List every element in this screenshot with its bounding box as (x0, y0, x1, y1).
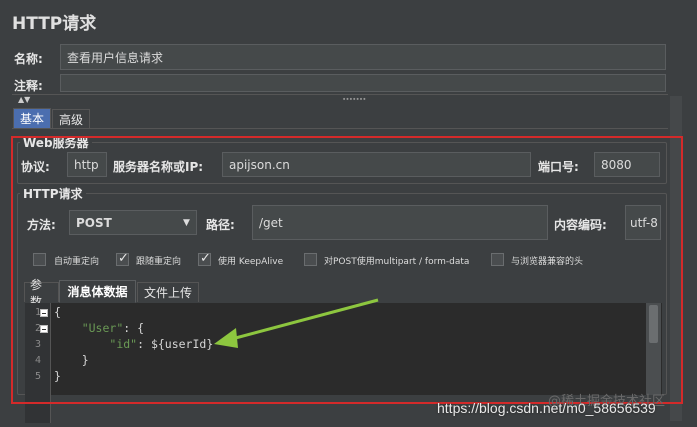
arrow-icon (214, 298, 379, 348)
comment-label: 注释: (14, 79, 43, 93)
tab-strip-line (12, 128, 668, 129)
name-label: 名称: (14, 52, 43, 66)
splitter-grip-icon[interactable]: ∙∙∙∙∙∙∙ (342, 95, 367, 103)
highlight-box (11, 136, 683, 404)
tab-basic[interactable]: 基本 (13, 108, 51, 128)
panel-title: HTTP请求 (12, 14, 97, 34)
name-field[interactable]: 查看用户信息请求 (60, 44, 666, 70)
collapse-arrows-icon[interactable]: ▲▼ (18, 95, 30, 104)
watermark: https://blog.csdn.net/m0_58656539 (437, 400, 656, 416)
comment-field[interactable] (60, 74, 666, 92)
splitter-line (12, 94, 668, 95)
tab-advanced[interactable]: 高级 (52, 109, 90, 128)
